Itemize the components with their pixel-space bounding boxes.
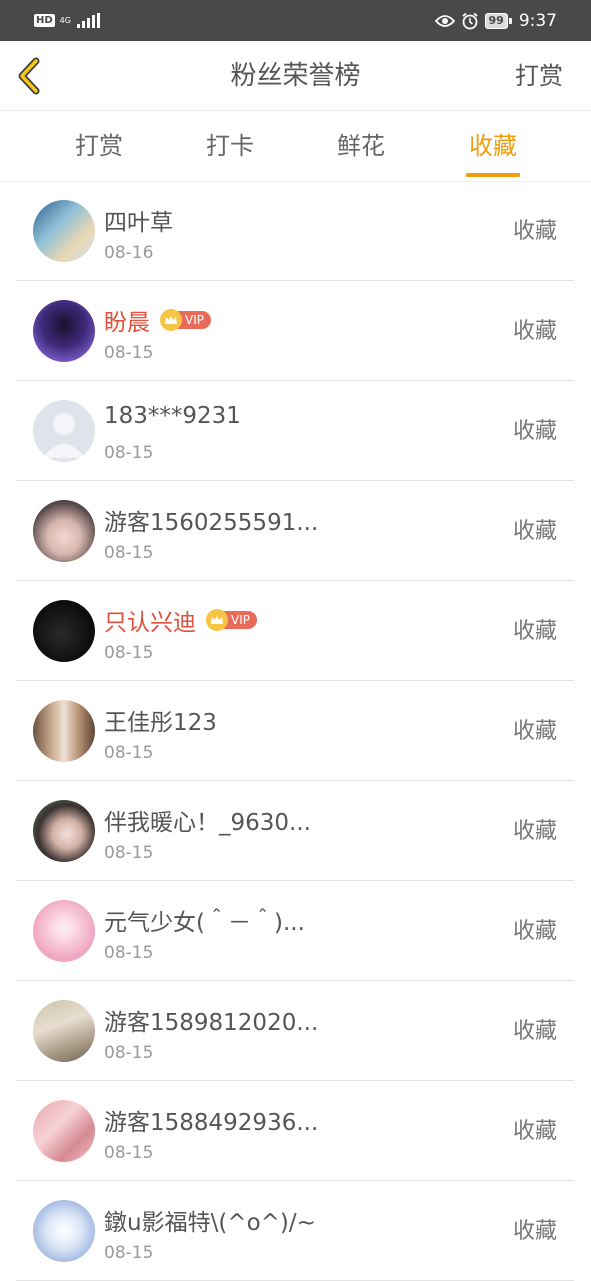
fan-date: 08-15	[104, 443, 154, 463]
fan-name: 王佳彤123	[104, 710, 217, 736]
avatar[interactable]	[33, 1000, 95, 1062]
fan-date: 08-15	[104, 1043, 154, 1063]
fan-date: 08-15	[104, 343, 154, 363]
avatar[interactable]	[33, 1100, 95, 1162]
battery-icon: 99	[484, 12, 513, 29]
fan-action-label: 收藏	[512, 219, 557, 244]
fan-action-label: 收藏	[512, 1019, 557, 1044]
vip-badge: VIP	[206, 609, 257, 631]
avatar[interactable]	[33, 800, 95, 862]
fan-date: 08-15	[104, 843, 154, 863]
avatar[interactable]	[33, 700, 95, 762]
list-item[interactable]: 游客1560255591... 08-15 收藏	[16, 482, 574, 581]
fan-name: 游客1560255591...	[104, 510, 319, 536]
fan-name: 鐓u影福特\(^o^)/~	[104, 1210, 316, 1236]
signal-icon	[76, 12, 100, 28]
list-item[interactable]: 伴我暖心！_9630... 08-15 收藏	[16, 782, 574, 881]
fan-action-label: 收藏	[512, 819, 557, 844]
fan-date: 08-16	[104, 243, 154, 263]
fan-name: 元气少女(＾－＾)...	[104, 910, 305, 936]
status-bar: HD 4G 99 9:37	[0, 0, 591, 41]
reward-button[interactable]: 打赏	[515, 41, 563, 111]
list-item[interactable]: 元气少女(＾－＾)... 08-15 收藏	[16, 882, 574, 981]
tab-favorites[interactable]: 收藏	[443, 111, 543, 181]
tab-checkin[interactable]: 打卡	[180, 111, 280, 181]
tab-label: 打赏	[75, 132, 123, 160]
tab-label: 打卡	[206, 132, 254, 160]
fan-date: 08-15	[104, 743, 154, 763]
fan-name: 游客1588492936...	[104, 1110, 319, 1136]
list-item[interactable]: 183***9231 08-15 收藏	[16, 382, 574, 481]
eye-icon	[434, 14, 455, 27]
tab-flowers[interactable]: 鲜花	[311, 111, 411, 181]
fan-name: 游客1589812020...	[104, 1010, 319, 1036]
tab-bar: 打赏 打卡 鲜花 收藏	[0, 111, 591, 182]
avatar[interactable]	[33, 300, 95, 362]
nav-bar: 粉丝荣誉榜 打赏	[0, 41, 591, 111]
list-item[interactable]: 游客1588492936... 08-15 收藏	[16, 1082, 574, 1181]
fan-name: 183***9231	[104, 403, 241, 429]
clock: 9:37	[518, 10, 557, 31]
avatar[interactable]	[33, 500, 95, 562]
active-tab-indicator	[466, 173, 520, 177]
fan-date: 08-15	[104, 543, 154, 563]
fan-date: 08-15	[104, 943, 154, 963]
list-item[interactable]: 鐓u影福特\(^o^)/~ 08-15 收藏	[16, 1182, 574, 1281]
fan-name: 四叶草	[104, 210, 173, 236]
fan-action-label: 收藏	[512, 619, 557, 644]
status-left: HD 4G	[34, 12, 100, 28]
crown-icon	[206, 609, 228, 631]
default-avatar-icon[interactable]	[33, 400, 95, 462]
list-item[interactable]: 盼晨 VIP 08-15 收藏	[16, 282, 574, 381]
fan-action-label: 收藏	[512, 1119, 557, 1144]
fan-name: 只认兴迪	[104, 610, 196, 636]
avatar[interactable]	[33, 200, 95, 262]
page-title: 粉丝荣誉榜	[230, 61, 361, 91]
status-right: 99 9:37	[434, 10, 557, 31]
fan-action-label: 收藏	[512, 419, 557, 444]
crown-icon	[160, 309, 182, 331]
fan-action-label: 收藏	[512, 319, 557, 344]
network-type: 4G	[59, 15, 71, 25]
vip-badge: VIP	[160, 309, 211, 331]
fan-action-label: 收藏	[512, 919, 557, 944]
hd-icon: HD	[34, 14, 55, 27]
fan-action-label: 收藏	[512, 519, 557, 544]
tab-label: 鲜花	[337, 132, 385, 160]
tab-reward[interactable]: 打赏	[49, 111, 149, 181]
tab-label: 收藏	[469, 132, 517, 160]
fan-date: 08-15	[104, 1243, 154, 1263]
avatar[interactable]	[33, 600, 95, 662]
list-item[interactable]: 只认兴迪 VIP 08-15 收藏	[16, 582, 574, 681]
avatar[interactable]	[33, 1200, 95, 1262]
list-item[interactable]: 游客1589812020... 08-15 收藏	[16, 982, 574, 1081]
alarm-icon	[461, 12, 478, 29]
fan-name: 盼晨	[104, 310, 150, 336]
avatar[interactable]	[33, 900, 95, 962]
fan-action-label: 收藏	[512, 1219, 557, 1244]
list-item[interactable]: 四叶草 08-16 收藏	[16, 182, 574, 281]
fan-date: 08-15	[104, 643, 154, 663]
fan-date: 08-15	[104, 1143, 154, 1163]
list-item[interactable]: 王佳彤123 08-15 收藏	[16, 682, 574, 781]
fan-name: 伴我暖心！_9630...	[104, 810, 311, 836]
fan-action-label: 收藏	[512, 719, 557, 744]
